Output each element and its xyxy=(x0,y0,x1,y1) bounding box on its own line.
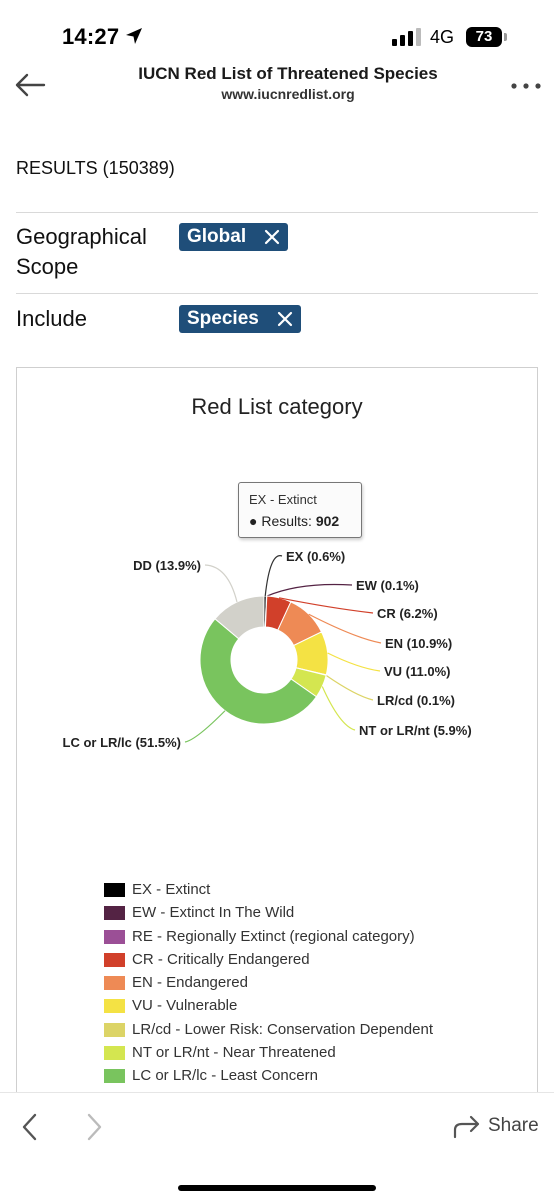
slice-connector-line xyxy=(264,555,283,597)
forward-chevron-icon[interactable] xyxy=(84,1113,104,1141)
legend-swatch xyxy=(104,1069,125,1084)
slice-data-label: EN (10.9%) xyxy=(385,636,452,651)
slice-data-label: LR/cd (0.1%) xyxy=(377,693,455,708)
slice-data-label: EW (0.1%) xyxy=(356,578,419,593)
slice-data-label: DD (13.9%) xyxy=(133,558,201,573)
tooltip-bullet: ● xyxy=(249,513,258,529)
slice-connector-line xyxy=(266,583,353,597)
back-chevron-icon[interactable] xyxy=(20,1113,40,1141)
slice-connector-line xyxy=(327,652,381,672)
chart-tooltip: EX - Extinct ● Results: 902 xyxy=(238,482,362,538)
share-arrow-icon[interactable] xyxy=(452,1115,482,1139)
slice-data-label: VU (11.0%) xyxy=(384,664,450,679)
slice-connector-line xyxy=(184,710,226,743)
slice-connector-line xyxy=(204,564,238,603)
legend-swatch xyxy=(104,1046,125,1061)
legend-label: EX - Extinct xyxy=(132,881,211,898)
legend-swatch xyxy=(104,999,125,1014)
home-indicator xyxy=(178,1185,376,1191)
share-button[interactable]: Share xyxy=(488,1115,539,1137)
legend-label: CR - Critically Endangered xyxy=(132,950,310,968)
legend-label: LC or LR/lc - Least Concern xyxy=(132,1067,318,1085)
slice-connector-line xyxy=(321,686,356,731)
legend-swatch xyxy=(104,929,125,944)
legend-label: LR/cd - Lower Risk: Conservation Depende… xyxy=(132,1020,433,1038)
legend-swatch xyxy=(104,906,125,921)
legend-swatch xyxy=(104,952,125,967)
slice-data-label: NT or LR/nt (5.9%) xyxy=(359,723,472,738)
tooltip-results: ● Results: 902 xyxy=(249,513,339,529)
legend-label: NT or LR/nt - Near Threatened xyxy=(132,1044,336,1062)
tooltip-results-value: 902 xyxy=(315,513,340,529)
legend-label: RE - Regionally Extinct (regional catego… xyxy=(132,927,415,945)
slice-data-label: CR (6.2%) xyxy=(377,606,438,621)
tooltip-category: EX - Extinct xyxy=(249,492,317,507)
bottom-toolbar: Share xyxy=(0,1092,554,1200)
legend-label: EW - Extinct In The Wild xyxy=(132,904,295,922)
legend-label: VU - Vulnerable xyxy=(132,997,238,1015)
slice-data-label: LC or LR/lc (51.5%) xyxy=(63,735,181,750)
slice-connector-line xyxy=(325,674,374,701)
legend-swatch xyxy=(104,883,125,897)
legend-label: EN - Endangered xyxy=(132,974,248,992)
legend-swatch xyxy=(104,976,125,991)
tooltip-results-label: Results: xyxy=(261,513,312,529)
slice-data-label: EX (0.6%) xyxy=(286,549,345,564)
legend-swatch xyxy=(104,1022,125,1037)
